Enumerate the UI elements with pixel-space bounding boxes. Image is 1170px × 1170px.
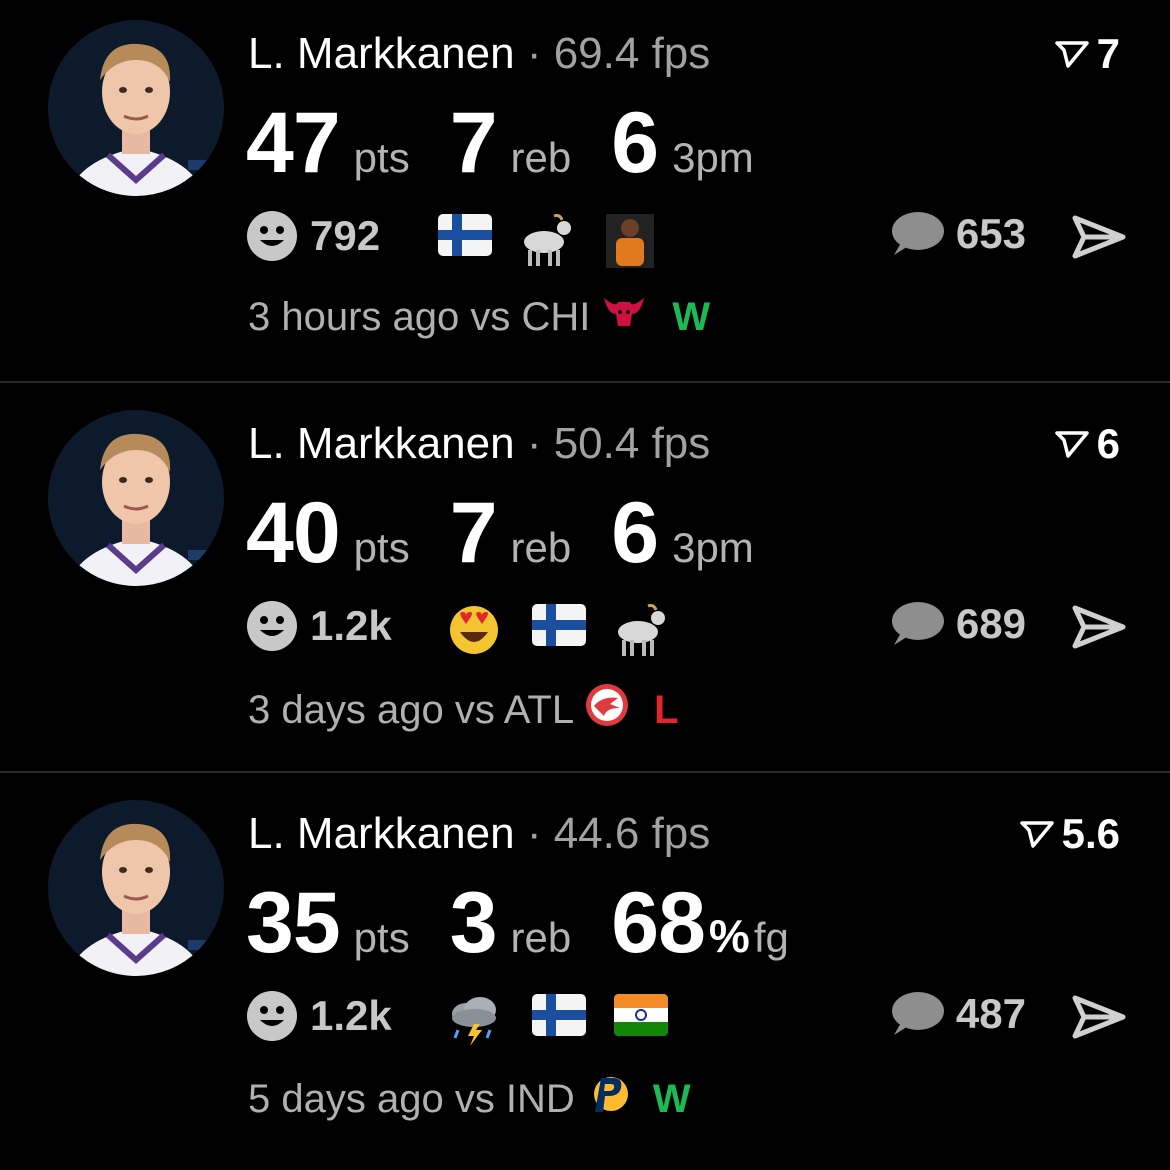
reaction-row: 1.2k 689 [246,600,1126,660]
reaction-count: 1.2k [310,992,392,1039]
stat-unit: pts [353,524,410,571]
smiley-icon [247,991,297,1041]
share-button[interactable] [1072,604,1126,655]
reaction-button[interactable]: 792 [246,210,380,262]
game-meta: 5 days ago vs IND W [248,1072,691,1126]
rank-badge: 7 [1054,30,1120,78]
game-time: 5 days ago vs IND [248,1076,575,1121]
reaction-button[interactable]: 1.2k [246,600,392,652]
post-card[interactable]: L. Markkanen · 50.4 fps 6 40 pts 7 reb 6… [0,390,1170,780]
post-card[interactable]: L. Markkanen · 69.4 fps 7 47 pts 7 reb 6… [0,0,1170,390]
stat-value: 6 [611,485,659,581]
stat-value: 40 [246,485,341,581]
comment-count: 487 [955,990,1026,1037]
rank-value: 7 [1096,30,1120,77]
stat-unit: pts [353,914,410,961]
player-name[interactable]: L. Markkanen [248,29,515,78]
player-avatar[interactable] [48,800,224,976]
player-avatar[interactable] [48,20,224,196]
stat-unit: 3pm [672,524,754,571]
reaction-row: 1.2k 487 [246,990,1126,1050]
separator-dot: · [526,29,542,78]
stat-unit: reb [510,914,572,961]
hawks-logo-icon[interactable] [584,682,630,738]
share-arrow-icon [1072,605,1126,649]
comment-bubble-icon [891,212,944,255]
share-button[interactable] [1072,994,1126,1045]
share-button[interactable] [1072,214,1126,265]
comments-button[interactable]: 653 [888,210,1026,258]
finland-flag-icon[interactable] [532,994,586,1041]
player-avatar[interactable] [48,410,224,586]
player-name[interactable]: L. Markkanen [248,809,515,858]
rank-badge: 6 [1054,420,1120,468]
game-result: W [652,1076,691,1121]
reaction-count: 792 [310,212,381,259]
rank-badge: 5.6 [1019,810,1120,858]
person-emoji-icon[interactable] [606,214,654,273]
comment-count: 653 [955,210,1026,257]
stat-percent-sign: % [708,910,750,962]
player-name[interactable]: L. Markkanen [248,419,515,468]
rank-icon [1054,431,1089,458]
stat-value: 6 [611,95,659,191]
game-meta: 3 hours ago vs CHI W [248,292,710,342]
reaction-button[interactable]: 1.2k [246,990,392,1042]
game-result: W [672,294,711,339]
game-time: 3 hours ago vs CHI [248,294,591,339]
finland-flag-icon[interactable] [438,214,492,261]
game-result: L [654,687,679,732]
divider [0,381,1170,383]
stat-value: 7 [449,485,498,581]
rank-icon [1054,41,1089,68]
post-header: L. Markkanen · 44.6 fps [248,806,710,862]
comment-bubble-icon [891,602,944,645]
separator-dot: · [526,419,542,468]
rank-icon [1019,821,1054,848]
india-flag-icon[interactable] [614,994,668,1041]
share-arrow-icon [1072,215,1126,259]
post-header: L. Markkanen · 69.4 fps [248,26,710,82]
rank-value: 5.6 [1061,810,1120,857]
stat-value: 7 [449,95,498,191]
smiley-icon [247,601,297,651]
stat-line: 47 pts 7 reb 6 3pm [246,94,794,193]
divider [0,771,1170,773]
heart-eyes-icon[interactable] [446,604,502,661]
post-card[interactable]: L. Markkanen · 44.6 fps 5.6 35 pts 3 reb… [0,780,1170,1170]
comments-button[interactable]: 487 [888,990,1026,1038]
pacers-logo-icon[interactable] [585,1072,629,1126]
stat-unit: 3pm [672,134,754,181]
stat-line: 35 pts 3 reb 68 % fg [246,874,829,973]
fps-score: 44.6 fps [553,809,711,858]
game-meta: 3 days ago vs ATL L [248,682,679,738]
stat-line: 40 pts 7 reb 6 3pm [246,484,794,583]
storm-cloud-icon[interactable] [446,994,502,1053]
stat-value: 47 [246,95,341,191]
comment-bubble-icon [891,992,944,1035]
game-time: 3 days ago vs ATL [248,687,575,732]
share-arrow-icon [1072,995,1126,1039]
fps-score: 50.4 fps [553,419,711,468]
fps-score: 69.4 fps [553,29,711,78]
stat-value: 3 [449,875,498,971]
rank-value: 6 [1096,420,1120,467]
separator-dot: · [526,809,542,858]
comment-count: 689 [955,600,1026,647]
smiley-icon [247,211,297,261]
stat-unit: reb [510,134,572,181]
bulls-logo-icon[interactable] [600,292,648,342]
stat-unit: pts [353,134,410,181]
stat-unit: reb [510,524,572,571]
goat-icon[interactable] [520,214,576,273]
reaction-row: 792 653 [246,210,1126,270]
stat-value: 35 [246,875,341,971]
goat-icon[interactable] [614,604,670,663]
comments-button[interactable]: 689 [888,600,1026,648]
stat-value: 68 [611,875,706,971]
stat-unit: fg [753,914,789,961]
reaction-count: 1.2k [310,602,392,649]
finland-flag-icon[interactable] [532,604,586,651]
post-header: L. Markkanen · 50.4 fps [248,416,710,472]
